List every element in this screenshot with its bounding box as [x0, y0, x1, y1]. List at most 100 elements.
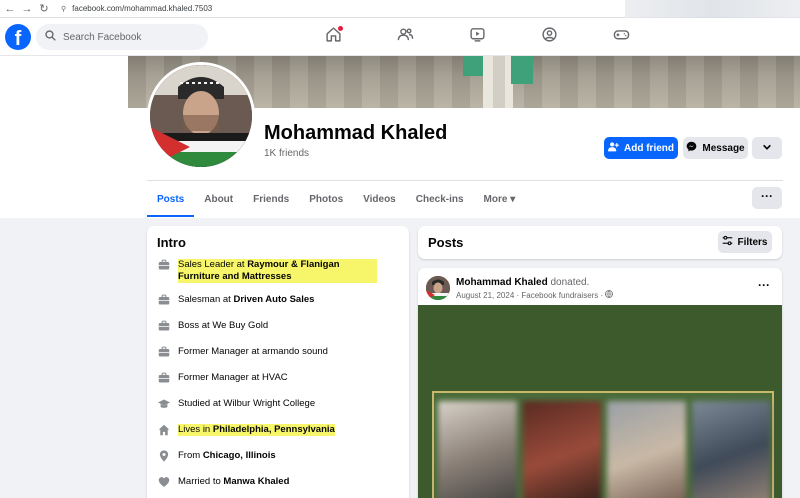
friends-count[interactable]: 1K friends: [264, 148, 309, 159]
groups-icon: [541, 26, 558, 48]
messenger-icon: [686, 141, 697, 155]
posts-title: Posts: [428, 235, 464, 250]
search-box[interactable]: [36, 24, 208, 50]
post-author-avatar[interactable]: [426, 276, 450, 300]
globe-icon: [605, 290, 614, 300]
intro-item-text: Former Manager at armando sound: [178, 346, 328, 357]
message-label: Message: [702, 142, 745, 154]
filters-icon: [722, 235, 733, 249]
briefcase-icon: [157, 346, 170, 358]
intro-item-text: Lives in: [178, 424, 213, 435]
intro-item-link[interactable]: Driven Auto Sales: [233, 294, 314, 305]
add-friend-icon: [608, 141, 619, 155]
intro-item-text: Former Manager at HVAC: [178, 372, 288, 383]
intro-title: Intro: [157, 235, 186, 250]
reload-icon[interactable]: ↻: [37, 2, 51, 15]
intro-item-link[interactable]: Philadelphia, Pennsylvania: [213, 424, 335, 435]
message-button[interactable]: Message: [683, 137, 748, 159]
tab-videos[interactable]: Videos: [353, 181, 406, 217]
intro-item-work-3: Boss at We Buy Gold: [157, 320, 268, 332]
avatar-image: [150, 65, 252, 167]
heart-icon: [157, 476, 170, 488]
intro-item-from: From Chicago, Illinois: [157, 450, 276, 462]
intro-item-work-5: Former Manager at HVAC: [157, 372, 288, 384]
graduation-cap-icon: [157, 398, 170, 410]
back-arrow-icon[interactable]: ←: [3, 3, 17, 15]
tab-posts[interactable]: Posts: [147, 181, 195, 217]
post-author-name[interactable]: Mohammad Khaled: [456, 277, 548, 288]
intro-item-text: From: [178, 450, 203, 461]
tab-photos[interactable]: Photos: [299, 181, 353, 217]
forward-arrow-icon[interactable]: →: [20, 3, 34, 15]
tab-about[interactable]: About: [194, 181, 243, 217]
intro-item-education: Studied at Wilbur Wright College: [157, 398, 315, 410]
filters-button[interactable]: Filters: [718, 231, 772, 253]
post-card: Mohammad Khaled donated. August 21, 2024…: [418, 268, 782, 498]
intro-item-work-2: Salesman at Driven Auto Sales: [157, 294, 314, 306]
browser-url-bar: ← → ↻ ⚲ facebook.com/mohammad.khaled.750…: [0, 0, 800, 18]
briefcase-icon: [157, 372, 170, 384]
gaming-icon: [613, 26, 630, 48]
nav-friends[interactable]: [369, 18, 441, 56]
add-friend-button[interactable]: Add friend: [604, 137, 678, 159]
intro-item-work-1: Sales Leader at Raymour & Flanigan Furni…: [157, 259, 377, 283]
friends-icon: [397, 26, 414, 48]
cover-figure: [463, 56, 533, 108]
tab-more[interactable]: More ▾: [474, 181, 526, 217]
tab-check-ins[interactable]: Check-ins: [406, 181, 474, 217]
intro-item-lives: Lives in Philadelphia, Pennsylvania: [157, 424, 335, 436]
intro-item-text: Married to: [178, 476, 224, 487]
filters-label: Filters: [737, 236, 768, 248]
profile-avatar[interactable]: [147, 62, 255, 170]
intro-item-link[interactable]: Chicago, Illinois: [203, 450, 276, 461]
location-pin-icon: [157, 450, 170, 462]
main-nav: [297, 18, 657, 56]
tabs-menu-button[interactable]: ···: [752, 187, 782, 209]
post-header-text: Mohammad Khaled donated.: [456, 277, 589, 288]
facebook-top-bar: f: [0, 18, 800, 56]
intro-card: Intro Sales Leader at Raymour & Flanigan…: [147, 226, 409, 498]
briefcase-icon: [157, 294, 170, 306]
video-icon: [469, 26, 486, 48]
post-image[interactable]: [418, 305, 782, 498]
post-meta-text[interactable]: August 21, 2024 · Facebook fundraisers ·: [456, 291, 605, 300]
nav-gaming[interactable]: [585, 18, 657, 56]
fundraiser-photo-frame: [432, 391, 774, 498]
search-icon: [45, 30, 56, 44]
intro-item-text: Boss at We Buy Gold: [178, 320, 269, 331]
post-options-button[interactable]: ···: [758, 278, 770, 292]
search-input[interactable]: [63, 31, 193, 43]
blurred-photo: [691, 401, 770, 498]
intro-item-text: Sales Leader at: [178, 259, 248, 270]
address-bar[interactable]: ⚲ facebook.com/mohammad.khaled.7503: [61, 4, 212, 13]
profile-name: Mohammad Khaled: [264, 122, 448, 144]
url-text: facebook.com/mohammad.khaled.7503: [72, 4, 213, 13]
nav-groups[interactable]: [513, 18, 585, 56]
intro-item-text: Studied at Wilbur Wright College: [178, 398, 316, 409]
home-icon: [157, 424, 170, 436]
browser-toolbar-right: [625, 0, 800, 18]
nav-video[interactable]: [441, 18, 513, 56]
site-info-icon[interactable]: ⚲: [61, 5, 66, 13]
profile-tabs: Posts About Friends Photos Videos Check-…: [147, 181, 525, 217]
nav-home[interactable]: [297, 18, 369, 56]
intro-item-link[interactable]: Manwa Khaled: [223, 476, 289, 487]
profile-more-button[interactable]: [752, 137, 782, 159]
post-meta: August 21, 2024 · Facebook fundraisers ·: [456, 290, 614, 300]
posts-header-card: Posts Filters: [418, 226, 782, 259]
tab-friends[interactable]: Friends: [243, 181, 299, 217]
post-action: donated.: [550, 277, 590, 288]
intro-item-work-4: Former Manager at armando sound: [157, 346, 328, 358]
blurred-photo: [522, 401, 601, 498]
blurred-photo: [607, 401, 686, 498]
blurred-photo: [438, 401, 517, 498]
intro-item-text: Salesman at: [178, 294, 234, 305]
notification-dot: [338, 26, 343, 31]
facebook-logo[interactable]: f: [5, 24, 31, 50]
add-friend-label: Add friend: [624, 142, 674, 154]
post-avatar-image: [426, 276, 450, 300]
briefcase-icon: [157, 259, 170, 271]
briefcase-icon: [157, 320, 170, 332]
intro-item-relationship: Married to Manwa Khaled: [157, 476, 289, 488]
chevron-down-icon: [762, 142, 772, 155]
